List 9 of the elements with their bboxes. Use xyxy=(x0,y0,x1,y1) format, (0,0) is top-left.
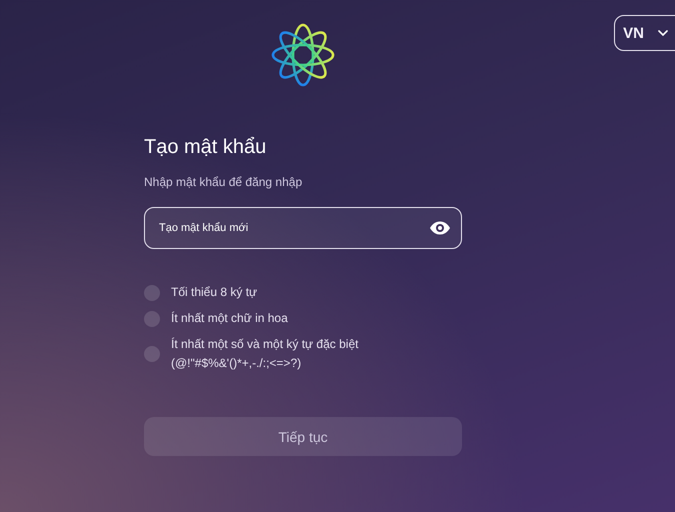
requirement-text: Ít nhất một số và một ký tự đặc biệt (@!"#$%&'()*+,-./:;<=>?) xyxy=(171,336,360,372)
subtitle: Nhập mật khẩu để đăng nhập xyxy=(144,175,304,189)
logo-icon xyxy=(270,22,336,88)
page-title: Tạo mật khẩu xyxy=(144,136,268,159)
chevron-down-icon xyxy=(658,30,668,36)
requirement-text: Ít nhất một chữ in hoa xyxy=(171,310,289,327)
eye-icon[interactable] xyxy=(429,221,451,235)
requirement-text: Tối thiểu 8 ký tự xyxy=(171,284,258,301)
language-selector[interactable]: VN xyxy=(614,15,675,51)
